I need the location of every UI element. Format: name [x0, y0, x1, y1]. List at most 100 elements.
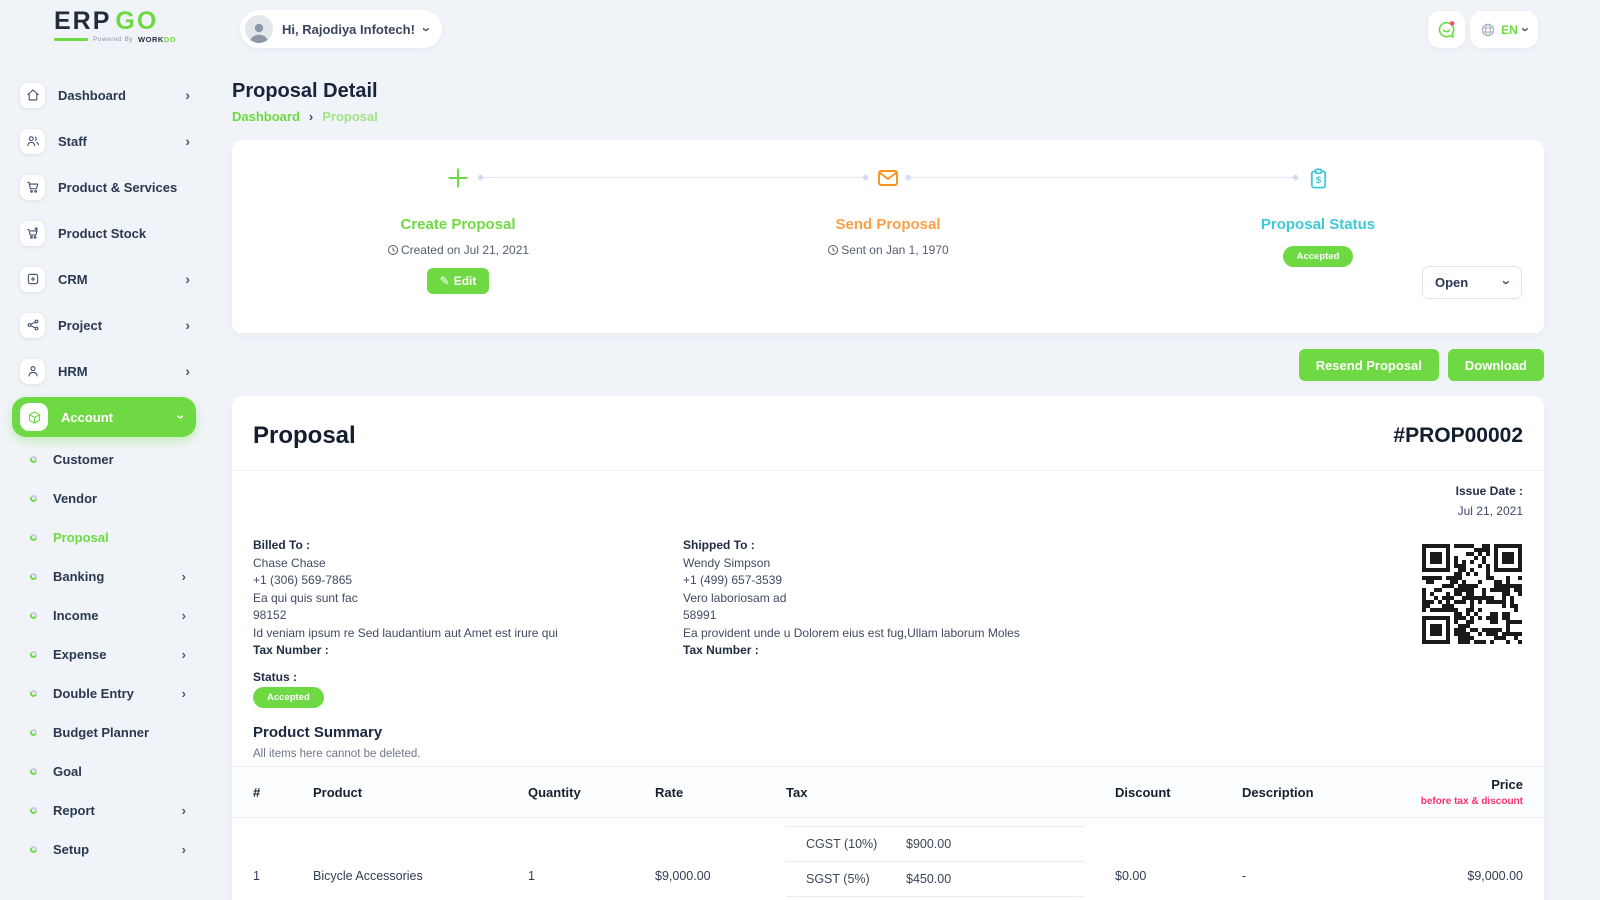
col-description: Description [1242, 785, 1392, 800]
app-logo: ERPGO Powered By WORKDO [54, 8, 176, 44]
billed-address1: Ea qui quis sunt fac [253, 590, 673, 608]
row-discount: $0.00 [1115, 869, 1242, 883]
sidebar-subitem-setup[interactable]: Setup › [0, 830, 212, 869]
crm-icon [20, 267, 45, 292]
col-index: # [253, 785, 313, 800]
sidebar-subitem-vendor[interactable]: Vendor [0, 479, 212, 518]
divider [232, 470, 1544, 471]
chevron-right-icon: › [182, 843, 186, 856]
shipped-phone: +1 (499) 657-3539 [683, 572, 1103, 590]
col-discount: Discount [1115, 785, 1242, 800]
download-button[interactable]: Download [1448, 349, 1544, 381]
sidebar-subitem-expense[interactable]: Expense › [0, 635, 212, 674]
logo-underline [54, 38, 88, 41]
chevron-right-icon: › [182, 804, 186, 817]
sidebar-item-hrm[interactable]: HRM › [0, 348, 212, 394]
chevron-right-icon: › [182, 609, 186, 622]
row-quantity: 1 [528, 869, 655, 883]
sidebar-subitem-customer[interactable]: Customer [0, 440, 212, 479]
messenger-button[interactable] [1428, 11, 1465, 48]
sidebar-item-project[interactable]: Project › [0, 302, 212, 348]
bullet-icon [29, 767, 38, 776]
bullet-icon [29, 650, 38, 659]
chevron-right-icon: › [309, 109, 313, 124]
sidebar-item-dashboard[interactable]: Dashboard › [0, 72, 212, 118]
chevron-right-icon: › [182, 687, 186, 700]
chevron-down-icon: › [419, 27, 434, 32]
shipped-zip: 58991 [683, 607, 1103, 625]
status-badge: Accepted [253, 687, 324, 708]
shipped-to-block: Shipped To : Wendy Simpson +1 (499) 657-… [683, 537, 1103, 660]
sidebar-subitem-double-entry[interactable]: Double Entry › [0, 674, 212, 713]
page-title: Proposal Detail [232, 80, 378, 103]
bullet-icon [29, 611, 38, 620]
share-nodes-icon [20, 313, 45, 338]
sidebar-subitem-income[interactable]: Income › [0, 596, 212, 635]
sidebar-subitem-budget-planner[interactable]: Budget Planner [0, 713, 212, 752]
table-row: 1 Bicycle Accessories 1 $9,000.00 CGST (… [232, 818, 1544, 900]
sidebar-subitem-proposal[interactable]: Proposal [0, 518, 212, 557]
status-badge: Accepted [1283, 246, 1354, 267]
logo-tagline-prefix: Powered By [93, 36, 133, 43]
resend-proposal-button[interactable]: Resend Proposal [1299, 349, 1439, 381]
cart-plus-icon [20, 221, 45, 246]
bullet-icon [29, 845, 38, 854]
chevron-right-icon: › [182, 648, 186, 661]
language-selector[interactable]: EN › [1470, 11, 1538, 48]
sent-date: Sent on Jan 1, 1970 [841, 243, 948, 257]
timeline-step-create: Create Proposal Created on Jul 21, 2021 … [308, 164, 608, 294]
col-quantity: Quantity [528, 785, 655, 800]
sidebar-subitem-goal[interactable]: Goal [0, 752, 212, 791]
edit-button[interactable]: ✎Edit [427, 268, 490, 294]
sidebar: Dashboard › Staff › Product & Services P… [0, 72, 212, 869]
billed-to-block: Billed To : Chase Chase +1 (306) 569-786… [253, 537, 673, 660]
proposal-heading: Proposal [253, 422, 356, 450]
chevron-right-icon: › [182, 570, 186, 583]
logo-text-erp: ERP [54, 7, 111, 35]
sidebar-subitem-report[interactable]: Report › [0, 791, 212, 830]
breadcrumb-dashboard[interactable]: Dashboard [232, 109, 300, 124]
col-rate: Rate [655, 785, 786, 800]
col-price: Price [1392, 777, 1523, 792]
sidebar-item-product-services[interactable]: Product & Services [0, 164, 212, 210]
proposal-timeline-card: Create Proposal Created on Jul 21, 2021 … [232, 140, 1544, 333]
shipped-address2: Ea provident unde u Dolorem eius est fug… [683, 625, 1103, 643]
shipped-name: Wendy Simpson [683, 555, 1103, 573]
created-date: Created on Jul 21, 2021 [401, 243, 529, 257]
cube-icon [20, 403, 48, 431]
sidebar-item-crm[interactable]: CRM › [0, 256, 212, 302]
row-description: - [1242, 869, 1392, 883]
billed-name: Chase Chase [253, 555, 673, 573]
cart-icon [20, 175, 45, 200]
row-product: Bicycle Accessories [313, 869, 528, 883]
bullet-icon [29, 689, 38, 698]
avatar [245, 15, 273, 43]
users-icon [20, 129, 45, 154]
chevron-right-icon: › [185, 272, 190, 286]
status-label: Status : [253, 670, 297, 684]
issue-date-block: Issue Date : Jul 21, 2021 [1456, 484, 1523, 518]
sidebar-item-staff[interactable]: Staff › [0, 118, 212, 164]
breadcrumb-current: Proposal [322, 109, 378, 124]
bullet-icon [29, 572, 38, 581]
sidebar-subitem-banking[interactable]: Banking › [0, 557, 212, 596]
shipped-to-label: Shipped To : [683, 538, 755, 552]
timeline-step-status: $ Proposal Status Accepted [1168, 164, 1468, 267]
person-icon [20, 359, 45, 384]
bullet-icon [29, 533, 38, 542]
user-menu[interactable]: Hi, Rajodiya Infotech! › [240, 10, 442, 48]
billed-tax-label: Tax Number : [253, 643, 329, 657]
chevron-down-icon: › [1518, 27, 1533, 32]
bullet-icon [29, 455, 38, 464]
product-summary-note: All items here cannot be deleted. [253, 748, 421, 760]
language-code: EN [1501, 23, 1518, 37]
tax-name: CGST (10%) [806, 837, 906, 851]
envelope-icon [738, 164, 1038, 192]
chevron-right-icon: › [185, 134, 190, 148]
shipped-address1: Vero laboriosam ad [683, 590, 1103, 608]
logo-text-go: GO [115, 7, 158, 35]
sidebar-item-product-stock[interactable]: Product Stock [0, 210, 212, 256]
tax-amount: $900.00 [906, 837, 1085, 851]
sidebar-item-account[interactable]: Account › [12, 397, 196, 437]
proposal-status-select[interactable]: Open › [1422, 266, 1522, 299]
